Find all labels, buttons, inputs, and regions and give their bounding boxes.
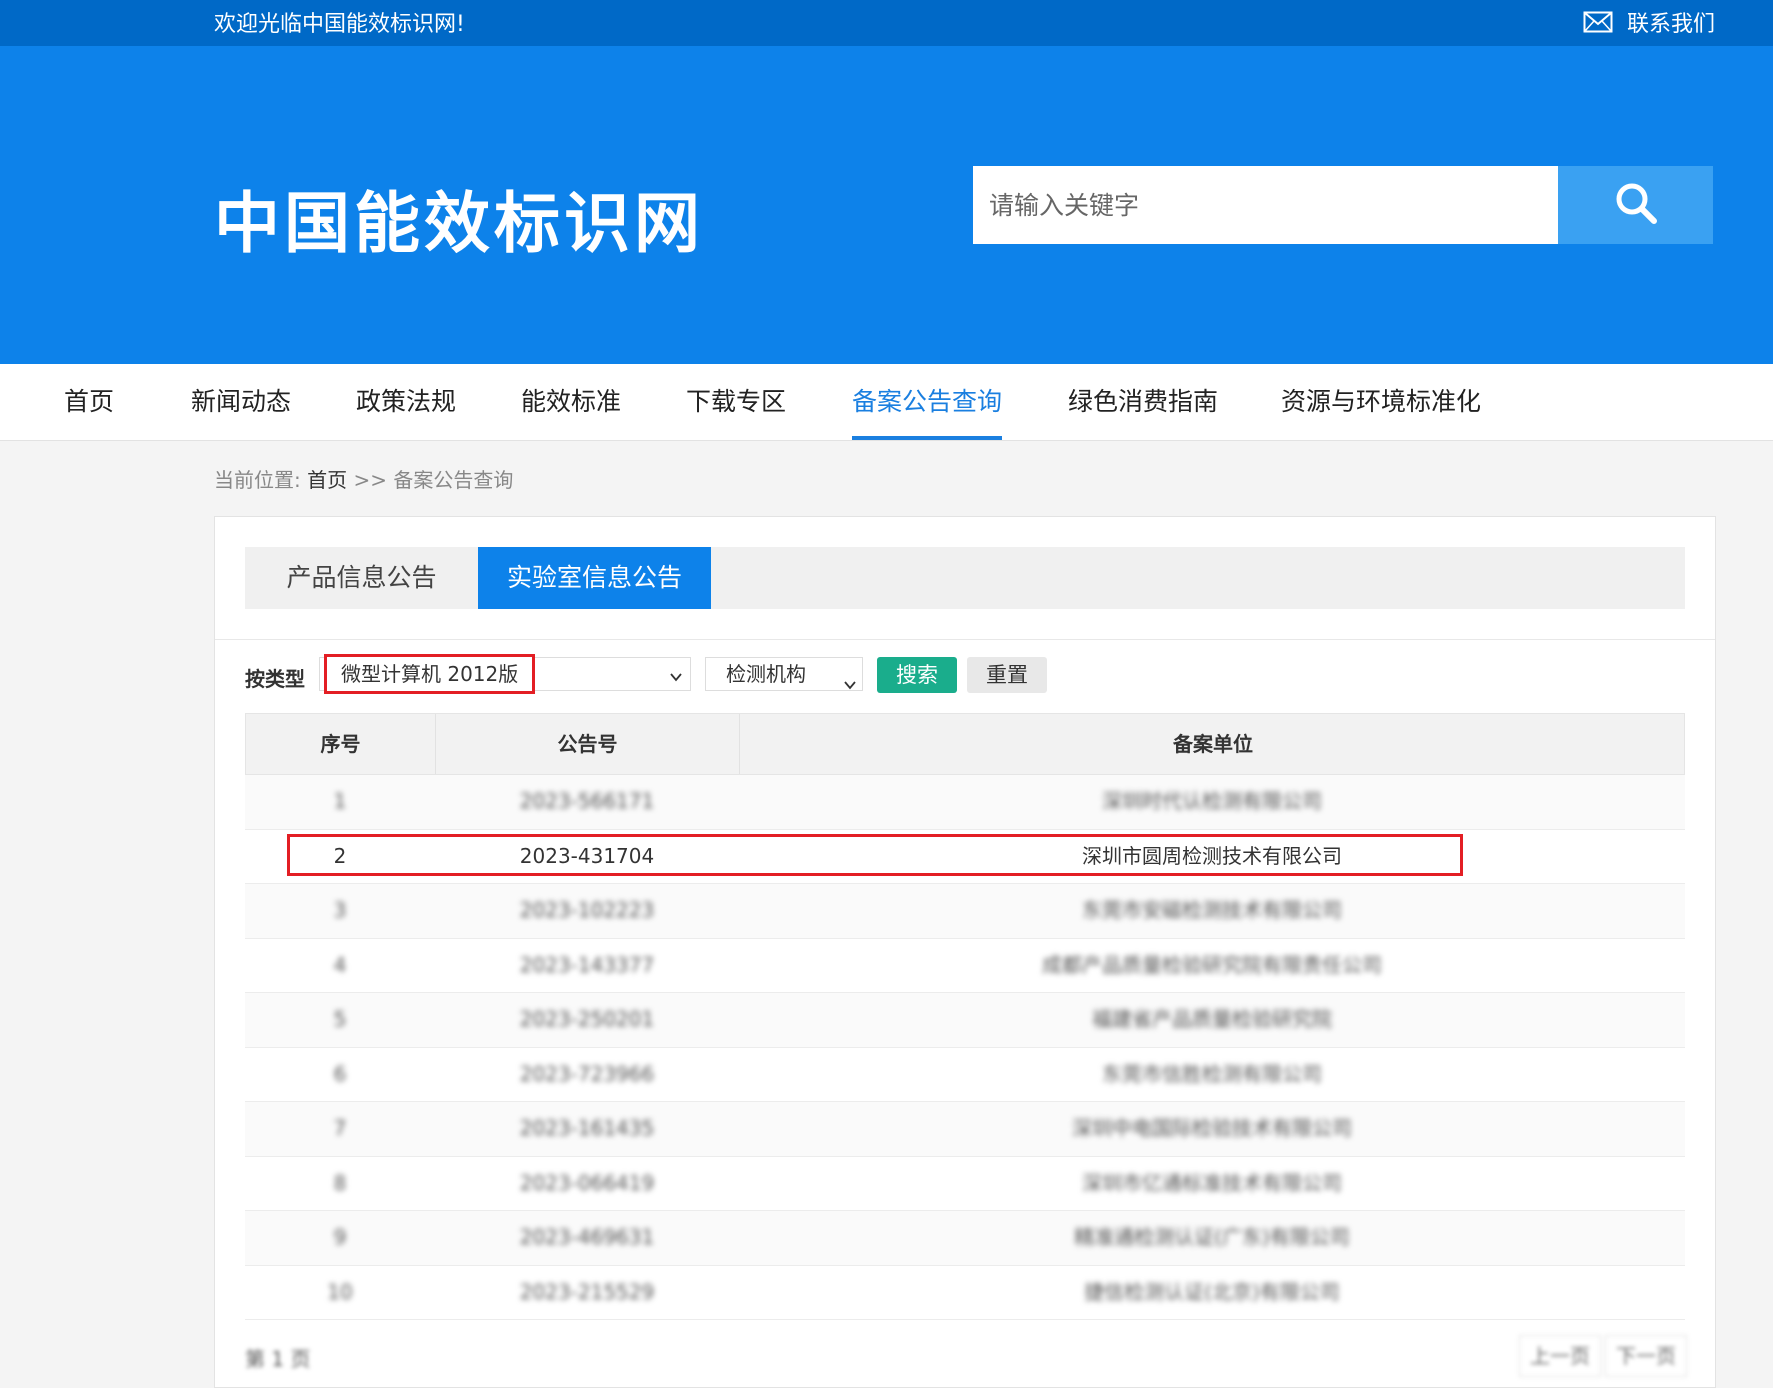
breadcrumb-prefix: 当前位置: (214, 468, 301, 492)
cell-index: 4 (333, 952, 347, 977)
next-page-button[interactable]: 下一页 (1605, 1335, 1687, 1377)
cell-notice-no: 2023-723966 (519, 1061, 655, 1086)
org-select[interactable]: 检测机构 (705, 657, 863, 691)
search-input[interactable] (973, 166, 1558, 244)
cell-index: 2 (333, 843, 347, 868)
cell-index: 8 (333, 1170, 347, 1195)
cell-filing-unit: 深圳市圆周检测技术有限公司 (1082, 843, 1342, 868)
breadcrumb-current: 备案公告查询 (393, 468, 514, 492)
cell-index: 9 (333, 1225, 347, 1249)
cell-notice-no: 2023-102223 (519, 898, 655, 922)
cell-index: 3 (333, 898, 347, 922)
cell-index: 5 (333, 1007, 347, 1031)
results-table: 序号 公告号 备案单位 1 2023-566171 深圳时代认检测有限公司 2 … (245, 713, 1685, 1320)
contact-label: 联系我们 (1626, 12, 1715, 37)
type-select-value: 微型计算机 2012版 (324, 654, 536, 694)
pagination: 第 1 页 上一页 下一页 (245, 1335, 1687, 1377)
table-row[interactable]: 9 2023-469631 精准通检测认证(广东)有限公司 (245, 1211, 1685, 1266)
nav-item-resources[interactable]: 资源与环境标准化 (1281, 364, 1481, 440)
breadcrumb: 当前位置: 首页 >> 备案公告查询 (214, 464, 513, 493)
breadcrumb-sep: >> (353, 468, 387, 492)
cell-notice-no: 2023-431704 (519, 843, 655, 868)
filter-search-button[interactable]: 搜索 (877, 657, 957, 693)
table-row-highlighted[interactable]: 2 2023-431704 深圳市圆周检测技术有限公司 (245, 829, 1685, 884)
table-row[interactable]: 10 2023-215529 捷信检测认证(北京)有限公司 (245, 1266, 1685, 1320)
nav-item-news[interactable]: 新闻动态 (191, 364, 291, 440)
contact-link[interactable]: 联系我们 (1583, 6, 1715, 38)
cell-index: 10 (327, 1279, 353, 1304)
top-bar: 欢迎光临中国能效标识网! 联系我们 (0, 0, 1773, 46)
table-row[interactable]: 4 2023-143377 成都产品质量检验研究院有限责任公司 (245, 939, 1685, 993)
page-suffix: 页 (290, 1347, 311, 1371)
search-box (973, 166, 1713, 244)
breadcrumb-home[interactable]: 首页 (307, 468, 347, 492)
org-select-value: 检测机构 (726, 662, 806, 686)
tab-lab-info[interactable]: 实验室信息公告 (478, 547, 711, 609)
table-row[interactable]: 5 2023-250201 福建省产品质量检验研究院 (245, 993, 1685, 1048)
page-indicator: 第 1 页 (245, 1343, 310, 1372)
main-nav: 首页 新闻动态 政策法规 能效标准 下载专区 备案公告查询 绿色消费指南 资源与… (0, 364, 1773, 441)
mail-icon (1583, 11, 1613, 33)
search-button[interactable] (1558, 166, 1713, 244)
cell-notice-no: 2023-161435 (519, 1116, 655, 1140)
cell-notice-no: 2023-066419 (519, 1170, 655, 1195)
cell-filing-unit: 成都产品质量检验研究院有限责任公司 (1042, 952, 1382, 977)
divider (215, 639, 1715, 640)
content-panel: 产品信息公告 实验室信息公告 按类型 微型计算机 2012版 检测机构 搜索 重… (214, 516, 1716, 1388)
prev-page-button[interactable]: 上一页 (1519, 1335, 1601, 1377)
cell-index: 7 (333, 1116, 347, 1140)
cell-filing-unit: 精准通检测认证(广东)有限公司 (1074, 1225, 1350, 1249)
search-icon (1613, 180, 1659, 230)
nav-item-downloads[interactable]: 下载专区 (686, 364, 786, 440)
cell-filing-unit: 东莞市信胜检测有限公司 (1102, 1061, 1322, 1086)
cell-filing-unit: 捷信检测认证(北京)有限公司 (1084, 1279, 1340, 1304)
cell-filing-unit: 深圳中电国际检验技术有限公司 (1072, 1116, 1352, 1140)
site-logo[interactable]: 中国能效标识网 (214, 170, 704, 266)
cell-notice-no: 2023-215529 (519, 1279, 655, 1304)
cell-index: 6 (333, 1061, 347, 1086)
welcome-text: 欢迎光临中国能效标识网! (214, 12, 465, 37)
page-number[interactable]: 1 (271, 1347, 284, 1371)
cell-notice-no: 2023-566171 (519, 789, 655, 813)
table-row[interactable]: 6 2023-723966 东莞市信胜检测有限公司 (245, 1048, 1685, 1102)
table-header: 序号 公告号 备案单位 (245, 713, 1685, 775)
cell-filing-unit: 深圳市亿通标准技术有限公司 (1082, 1170, 1342, 1195)
table-row[interactable]: 7 2023-161435 深圳中电国际检验技术有限公司 (245, 1102, 1685, 1157)
cell-filing-unit: 深圳时代认检测有限公司 (1102, 789, 1322, 813)
col-header-filing-unit: 备案单位 (1173, 732, 1253, 756)
chevron-down-icon (844, 668, 856, 690)
filter-bar: 按类型 微型计算机 2012版 检测机构 搜索 重置 (245, 654, 1685, 695)
table-row[interactable]: 8 2023-066419 深圳市亿通标准技术有限公司 (245, 1157, 1685, 1211)
nav-item-standards[interactable]: 能效标准 (521, 364, 621, 440)
cell-filing-unit: 福建省产品质量检验研究院 (1092, 1007, 1332, 1031)
cell-notice-no: 2023-469631 (519, 1225, 655, 1249)
nav-item-policy[interactable]: 政策法规 (356, 364, 456, 440)
tab-bar: 产品信息公告 实验室信息公告 (245, 547, 1685, 609)
cell-notice-no: 2023-250201 (519, 1007, 655, 1031)
cell-notice-no: 2023-143377 (519, 952, 655, 977)
chevron-down-icon (670, 668, 682, 682)
cell-index: 1 (333, 789, 347, 813)
filter-reset-button[interactable]: 重置 (967, 657, 1047, 693)
col-header-notice-no: 公告号 (436, 714, 740, 774)
tab-product-info[interactable]: 产品信息公告 (245, 547, 478, 609)
filter-type-label: 按类型 (245, 667, 305, 691)
cell-filing-unit: 东莞市安磁检测技术有限公司 (1082, 898, 1342, 922)
nav-item-filing-query[interactable]: 备案公告查询 (852, 364, 1003, 440)
nav-item-green-guide[interactable]: 绿色消费指南 (1068, 364, 1218, 440)
type-select[interactable]: 微型计算机 2012版 (319, 654, 691, 694)
site-header: 中国能效标识网 (0, 46, 1773, 364)
table-row[interactable]: 3 2023-102223 东莞市安磁检测技术有限公司 (245, 884, 1685, 939)
table-row[interactable]: 1 2023-566171 深圳时代认检测有限公司 (245, 775, 1685, 830)
nav-item-home[interactable]: 首页 (64, 364, 114, 440)
page-prefix: 第 (245, 1347, 265, 1371)
col-header-index: 序号 (246, 714, 436, 774)
